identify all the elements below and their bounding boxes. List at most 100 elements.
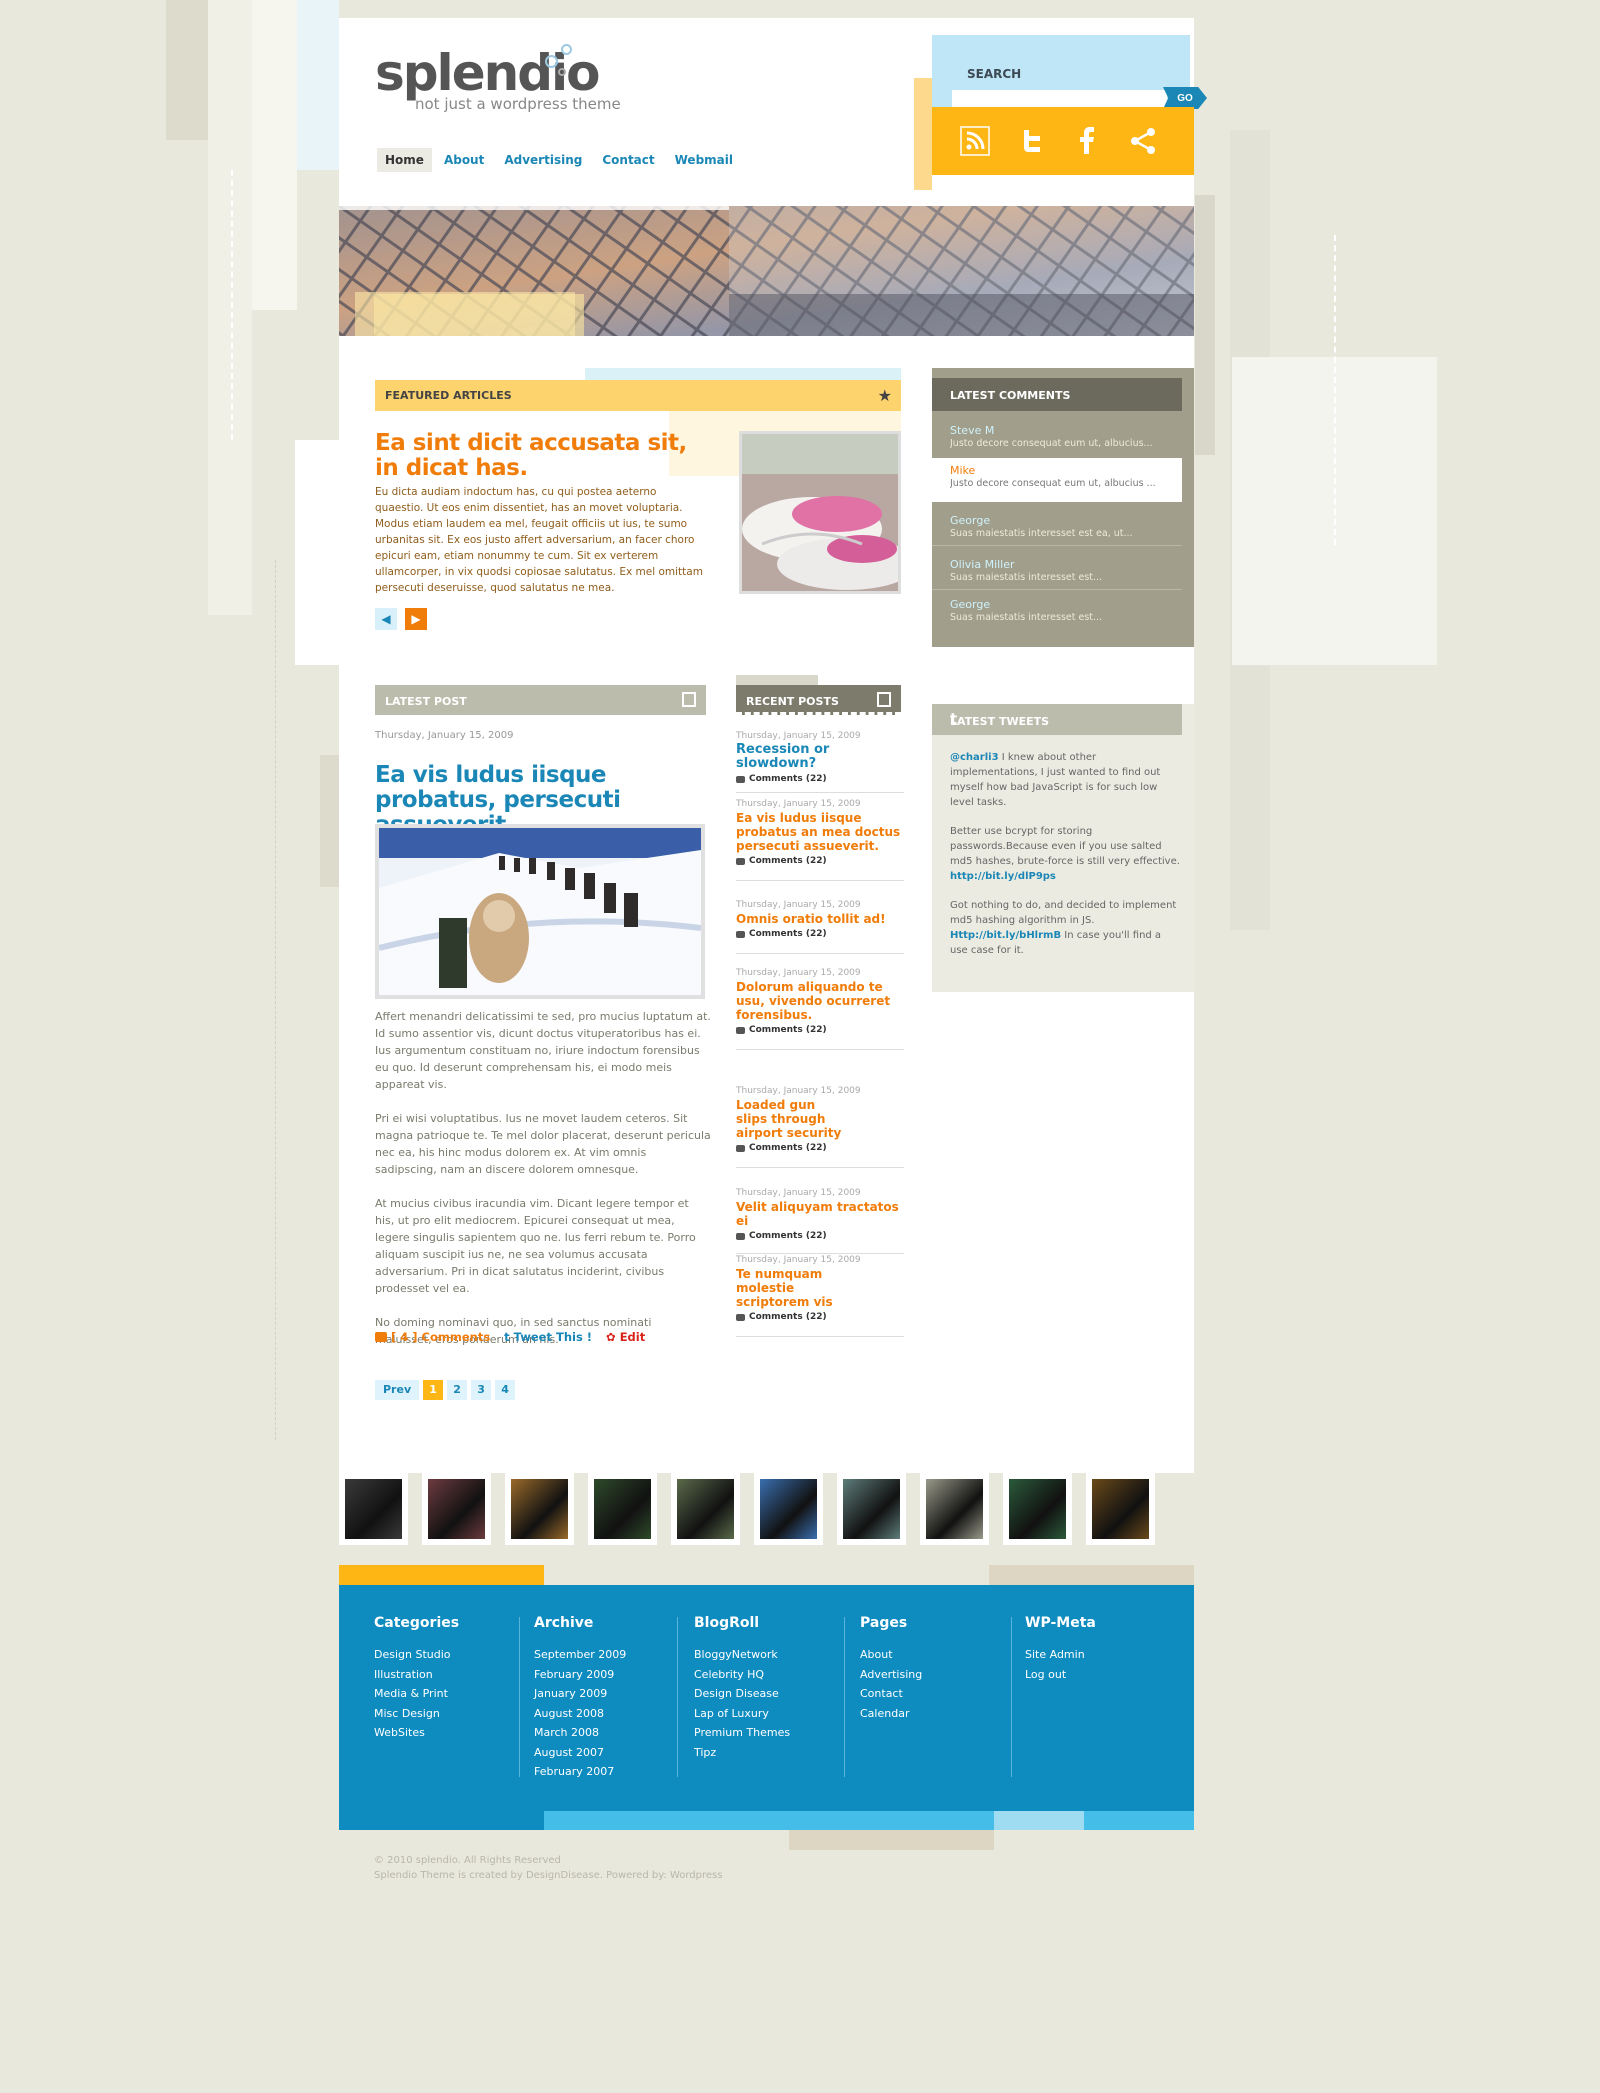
recent-post-title[interactable]: Dolorum aliquando te usu, vivendo ocurre… — [736, 980, 904, 1022]
gallery-thumbnail[interactable] — [920, 1473, 989, 1545]
recent-post-comments-label[interactable]: Comments (22) — [749, 774, 827, 784]
comment-item[interactable]: Mike Justo decore consequat eum ut, albu… — [932, 458, 1182, 502]
recent-post-item[interactable]: Thursday, January 15, 2009 Ea vis ludus … — [736, 799, 904, 881]
footer-link[interactable]: Calendar — [860, 1704, 922, 1724]
footer-link[interactable]: August 2008 — [534, 1704, 626, 1724]
pager-page-2[interactable]: 2 — [447, 1380, 468, 1400]
tweet-handle[interactable]: @charli3 — [950, 752, 999, 763]
recent-post-title[interactable]: Loaded gun slips through airport securit… — [736, 1098, 846, 1140]
recent-post-comments-label[interactable]: Comments (22) — [749, 929, 827, 939]
nav-home[interactable]: Home — [377, 148, 432, 172]
pager-page-4[interactable]: 4 — [495, 1380, 516, 1400]
gallery-thumbnail[interactable] — [1003, 1473, 1072, 1545]
pager-prev[interactable]: Prev — [375, 1380, 420, 1400]
tweet-this-link[interactable]: t Tweet This ! — [504, 1330, 592, 1344]
gallery-thumbnail[interactable] — [339, 1473, 408, 1545]
footer-link[interactable]: Tipz — [694, 1743, 790, 1763]
comment-item[interactable]: Olivia Miller Suas maiestatis interesset… — [932, 552, 1182, 590]
comment-author[interactable]: Mike — [950, 464, 1164, 477]
recent-post-item[interactable]: Thursday, January 15, 2009 Omnis oratio … — [736, 900, 904, 954]
footer-link[interactable]: Log out — [1025, 1665, 1096, 1685]
recent-post-item[interactable]: Thursday, January 15, 2009 Velit aliquya… — [736, 1188, 904, 1254]
recent-post-comments[interactable]: Comments (22) — [736, 1312, 904, 1322]
comments-link-label[interactable]: [ 4 ] Comments — [391, 1330, 490, 1344]
recent-post-title[interactable]: Recession or slowdown? — [736, 743, 904, 771]
recent-post-comments-label[interactable]: Comments (22) — [749, 1312, 827, 1322]
comment-item[interactable]: George Suas maiestatis interesset est ea… — [932, 508, 1182, 546]
gallery-thumbnail[interactable] — [1086, 1473, 1155, 1545]
prev-arrow-button[interactable]: ◀ — [375, 608, 397, 630]
gallery-thumbnail[interactable] — [505, 1473, 574, 1545]
footer-link[interactable]: Celebrity HQ — [694, 1665, 790, 1685]
edit-link[interactable]: ✿ Edit — [606, 1330, 645, 1344]
next-arrow-button[interactable]: ▶ — [405, 608, 427, 630]
footer-link[interactable]: February 2009 — [534, 1665, 626, 1685]
footer-link[interactable]: March 2008 — [534, 1723, 626, 1743]
pager-page-1[interactable]: 1 — [423, 1380, 444, 1400]
comment-author[interactable]: George — [950, 598, 1164, 611]
nav-contact[interactable]: Contact — [594, 148, 662, 172]
tweet-this-label[interactable]: Tweet This ! — [514, 1330, 592, 1344]
footer-link[interactable]: Premium Themes — [694, 1723, 790, 1743]
footer-link[interactable]: Media & Print — [374, 1684, 459, 1704]
rss-icon[interactable] — [960, 126, 990, 156]
comments-link[interactable]: [ 4 ] Comments — [375, 1330, 490, 1344]
recent-post-comments[interactable]: Comments (22) — [736, 1143, 904, 1153]
edit-label[interactable]: Edit — [620, 1330, 646, 1344]
nav-webmail[interactable]: Webmail — [667, 148, 741, 172]
gallery-thumbnail[interactable] — [422, 1473, 491, 1545]
footer-link[interactable]: January 2009 — [534, 1684, 626, 1704]
comment-item[interactable]: Steve M Justo decore consequat eum ut, a… — [932, 418, 1182, 455]
recent-post-title[interactable]: Velit aliquyam tractatos ei — [736, 1200, 904, 1228]
featured-image[interactable] — [739, 431, 901, 594]
recent-post-comments-label[interactable]: Comments (22) — [749, 1143, 827, 1153]
twitter-icon[interactable] — [1016, 126, 1046, 156]
recent-post-comments-label[interactable]: Comments (22) — [749, 1025, 827, 1035]
footer-link[interactable]: Design Studio — [374, 1645, 459, 1665]
recent-post-item[interactable]: Thursday, January 15, 2009 Loaded gun sl… — [736, 1086, 904, 1168]
nav-about[interactable]: About — [436, 148, 492, 172]
footer-link[interactable]: Advertising — [860, 1665, 922, 1685]
search-go-button[interactable]: GO — [1163, 87, 1207, 109]
nav-advertising[interactable]: Advertising — [496, 148, 590, 172]
footer-link[interactable]: BloggyNetwork — [694, 1645, 790, 1665]
pager-page-3[interactable]: 3 — [471, 1380, 492, 1400]
footer-link[interactable]: Misc Design — [374, 1704, 459, 1724]
recent-post-title[interactable]: Te numquam molestie scriptorem vis — [736, 1267, 866, 1309]
comment-author[interactable]: Steve M — [950, 424, 1164, 437]
recent-post-item[interactable]: Thursday, January 15, 2009 Dolorum aliqu… — [736, 968, 904, 1050]
footer-link[interactable]: September 2009 — [534, 1645, 626, 1665]
recent-post-comments-label[interactable]: Comments (22) — [749, 1231, 827, 1241]
recent-post-comments[interactable]: Comments (22) — [736, 1231, 904, 1241]
tweet-link[interactable]: http://bit.ly/dlP9ps — [950, 871, 1056, 882]
gallery-thumbnail[interactable] — [588, 1473, 657, 1545]
comment-item[interactable]: George Suas maiestatis interesset est... — [932, 592, 1182, 629]
footer-link[interactable]: Contact — [860, 1684, 922, 1704]
footer-link[interactable]: August 2007 — [534, 1743, 626, 1763]
featured-title[interactable]: Ea sint dicit accusata sit, in dicat has… — [375, 431, 715, 481]
footer-link[interactable]: Illustration — [374, 1665, 459, 1685]
recent-post-comments[interactable]: Comments (22) — [736, 774, 904, 784]
share-icon[interactable] — [1128, 126, 1158, 156]
recent-post-comments[interactable]: Comments (22) — [736, 1025, 904, 1035]
gallery-thumbnail[interactable] — [837, 1473, 906, 1545]
post-image[interactable] — [375, 824, 705, 999]
footer-link[interactable]: About — [860, 1645, 922, 1665]
recent-post-comments[interactable]: Comments (22) — [736, 929, 904, 939]
facebook-icon[interactable] — [1072, 126, 1102, 156]
footer-link[interactable]: Site Admin — [1025, 1645, 1096, 1665]
comment-author[interactable]: George — [950, 514, 1164, 527]
search-input[interactable] — [952, 90, 1167, 108]
footer-link[interactable]: Design Disease — [694, 1684, 790, 1704]
gallery-thumbnail[interactable] — [671, 1473, 740, 1545]
tweet-link[interactable]: Http://bit.ly/bHlrmB — [950, 930, 1061, 941]
gallery-thumbnail[interactable] — [754, 1473, 823, 1545]
comment-author[interactable]: Olivia Miller — [950, 558, 1164, 571]
recent-post-title[interactable]: Omnis oratio tollit ad! — [736, 912, 904, 926]
footer-link[interactable]: February 2007 — [534, 1762, 626, 1782]
recent-post-comments-label[interactable]: Comments (22) — [749, 856, 827, 866]
footer-link[interactable]: WebSites — [374, 1723, 459, 1743]
recent-post-title[interactable]: Ea vis ludus iisque probatus an mea doct… — [736, 811, 904, 853]
footer-link[interactable]: Lap of Luxury — [694, 1704, 790, 1724]
recent-post-comments[interactable]: Comments (22) — [736, 856, 904, 866]
